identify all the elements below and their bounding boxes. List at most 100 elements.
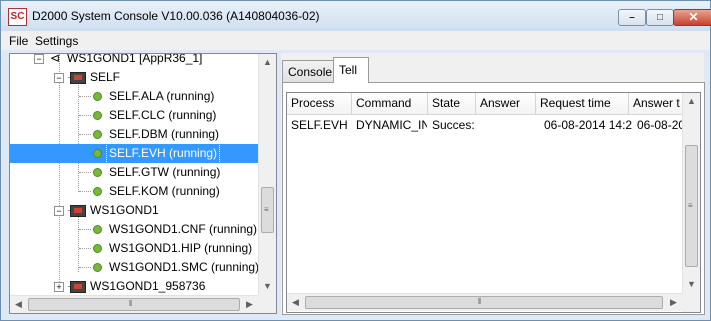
column-header-answer[interactable]: Answer [476, 93, 536, 115]
tree-line [79, 191, 91, 192]
tree-node-label: SELF.DBM (running) [109, 127, 220, 141]
collapse-toggle[interactable]: − [54, 206, 64, 216]
tree-node-label: WS1GOND1 [90, 203, 159, 217]
computer-icon [70, 205, 86, 217]
tree-line [79, 115, 91, 116]
pane-splitter[interactable] [277, 51, 280, 317]
tree-node-process-selected[interactable]: SELF.EVH (running) [10, 143, 258, 164]
menu-file[interactable]: File [9, 34, 28, 48]
close-button[interactable]: ✕ [673, 9, 711, 26]
tree-node-process[interactable]: SELF.KOM (running) [10, 182, 258, 201]
tree-node-label: WS1GOND1.SMC (running) [109, 260, 260, 274]
process-tree[interactable]: − ⊲ WS1GOND1 [AppR36_1] − SELF SELF.ALA … [9, 53, 277, 314]
table-horizontal-scrollbar[interactable]: ◀ ⦀ ▶ [287, 293, 682, 311]
scroll-down-arrow-icon[interactable]: ▼ [683, 276, 700, 293]
tree-horizontal-scrollbar[interactable]: ◀ ⦀ ▶ [10, 295, 258, 313]
tree-node-computer[interactable]: − WS1GOND1 [10, 201, 258, 220]
tree-node-label: SELF.EVH (running) [105, 143, 221, 164]
tree-line [79, 229, 91, 230]
tree-node-process[interactable]: SELF.CLC (running) [10, 106, 258, 125]
minimize-button[interactable]: – [618, 9, 646, 26]
column-header-state[interactable]: State [428, 93, 476, 115]
tree-node-process[interactable]: WS1GOND1.HIP (running) [10, 239, 258, 258]
main-window: SC D2000 System Console V10.00.036 (A140… [0, 0, 711, 321]
scroll-right-arrow-icon[interactable]: ▶ [665, 294, 682, 311]
status-running-icon [93, 168, 102, 177]
scrollbar-corner [682, 293, 700, 312]
tree-node-computer[interactable]: − SELF [10, 68, 258, 87]
scroll-left-arrow-icon[interactable]: ◀ [287, 294, 304, 311]
tell-table[interactable]: Process Command State Answer Request tim… [286, 92, 701, 313]
tree-vertical-scrollbar[interactable]: ▲ ≡ ▼ [258, 54, 276, 295]
tree-node-label: WS1GOND1_958736 [90, 279, 206, 293]
table-cell [476, 115, 535, 135]
detail-pane: Console Tell Process Command State Answe… [281, 53, 705, 315]
app-icon: SC [8, 8, 27, 26]
computer-icon [70, 72, 86, 84]
title-bar[interactable]: SC D2000 System Console V10.00.036 (A140… [1, 1, 711, 31]
column-header-request-time[interactable]: Request time [536, 93, 629, 115]
scroll-right-arrow-icon[interactable]: ▶ [241, 296, 258, 313]
tree-node-label: SELF.CLC (running) [109, 108, 217, 122]
minimize-icon: – [629, 12, 635, 23]
grip-icon: ⦀ [478, 297, 482, 306]
menu-bar: File Settings [1, 31, 710, 50]
table-vertical-scrollbar[interactable]: ▲ ≡ ▼ [682, 93, 700, 293]
tree-node-process[interactable]: WS1GOND1.CNF (running) [10, 220, 258, 239]
tab-tell[interactable]: Tell [333, 57, 369, 83]
scrollbar-corner [258, 295, 276, 313]
status-running-icon [93, 149, 102, 158]
expand-toggle[interactable]: + [54, 282, 64, 292]
tree-node-label: SELF [90, 70, 121, 84]
grip-icon: ≡ [688, 201, 693, 210]
table-cell: Succes: [432, 118, 475, 132]
tab-console[interactable]: Console [282, 60, 339, 83]
window-title: D2000 System Console V10.00.036 (A140804… [32, 9, 320, 23]
tree-line [79, 267, 91, 268]
tree-node-label: WS1GOND1 [AppR36_1] [67, 53, 203, 65]
scrollbar-thumb[interactable]: ⦀ [28, 298, 240, 311]
tree-node-computer[interactable]: + WS1GOND1_958736 [10, 277, 258, 296]
scroll-up-arrow-icon[interactable]: ▲ [683, 93, 700, 110]
tree-node-root[interactable]: − ⊲ WS1GOND1 [AppR36_1] [10, 53, 258, 68]
grip-icon: ≡ [264, 205, 269, 214]
status-running-icon [93, 263, 102, 272]
collapse-toggle[interactable]: − [54, 73, 64, 83]
tree-node-label: SELF.KOM (running) [109, 184, 220, 198]
scroll-down-arrow-icon[interactable]: ▼ [259, 278, 276, 295]
grip-icon: ⦀ [129, 299, 133, 308]
table-cell: 06-08-20 [637, 118, 686, 132]
maximize-icon: □ [656, 12, 664, 23]
tree-node-label: SELF.ALA (running) [109, 89, 215, 103]
tell-tab-panel: Process Command State Answer Request tim… [282, 82, 705, 315]
tree-node-process[interactable]: SELF.GTW (running) [10, 163, 258, 182]
tree-line [79, 172, 91, 173]
table-cell: SELF.EVH [291, 118, 348, 132]
collapse-toggle[interactable]: − [34, 54, 44, 64]
tree-node-process[interactable]: SELF.ALA (running) [10, 87, 258, 106]
scrollbar-thumb[interactable]: ⦀ [305, 296, 663, 309]
column-header-process[interactable]: Process [287, 93, 352, 115]
status-running-icon [93, 225, 102, 234]
scroll-up-arrow-icon[interactable]: ▲ [259, 54, 276, 71]
close-icon: ✕ [688, 10, 699, 24]
computer-icon [70, 281, 86, 293]
table-cell: 06-08-2014 14:22 [544, 118, 632, 132]
status-running-icon [93, 92, 102, 101]
scroll-left-arrow-icon[interactable]: ◀ [10, 296, 27, 313]
network-icon: ⊲ [50, 53, 61, 65]
table-cell: DYNAMIC_INF [356, 118, 427, 132]
menu-settings[interactable]: Settings [35, 34, 78, 48]
tree-line [79, 248, 91, 249]
column-header-answer-time[interactable]: Answer t [629, 93, 686, 115]
maximize-button[interactable]: □ [646, 9, 674, 26]
tree-node-process[interactable]: WS1GOND1.SMC (running) [10, 258, 260, 277]
tree-node-label: SELF.GTW (running) [109, 165, 221, 179]
column-header-command[interactable]: Command [352, 93, 428, 115]
status-running-icon [93, 130, 102, 139]
status-running-icon [93, 111, 102, 120]
scrollbar-thumb[interactable]: ≡ [685, 145, 698, 267]
tree-node-process[interactable]: SELF.DBM (running) [10, 125, 258, 144]
tree-node-label: WS1GOND1.HIP (running) [109, 241, 253, 255]
scrollbar-thumb[interactable]: ≡ [261, 187, 274, 233]
